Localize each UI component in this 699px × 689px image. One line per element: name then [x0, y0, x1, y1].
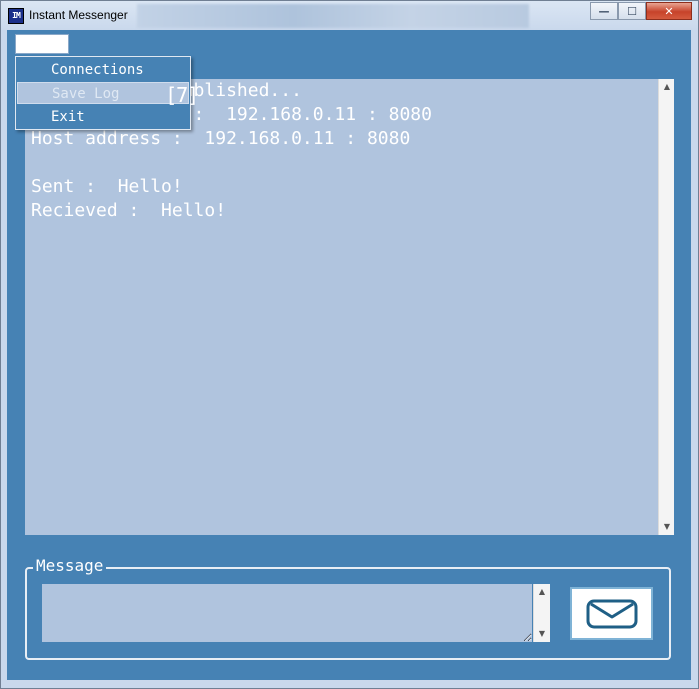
menu-item-badge: [7]	[168, 83, 197, 107]
app-icon: IM	[8, 8, 24, 24]
log-line: Host address : 192.168.0.11 : 8080	[31, 128, 411, 149]
window-controls: — ☐ ✕	[590, 2, 692, 20]
log-line: Recieved : Hello!	[31, 200, 227, 221]
title-bar[interactable]: IM Instant Messenger — ☐ ✕	[1, 1, 698, 31]
chat-log-scrollbar[interactable]: ▲ ▼	[658, 79, 674, 535]
scroll-up-arrow-icon[interactable]: ▲	[659, 79, 675, 95]
menu-item-connections[interactable]: Connections	[17, 59, 189, 81]
scroll-up-arrow-icon[interactable]: ▲	[534, 584, 550, 600]
menu-item-exit[interactable]: Exit	[17, 106, 189, 128]
envelope-icon	[586, 599, 637, 628]
log-line: Sent : Hello!	[31, 176, 183, 197]
close-button[interactable]: ✕	[646, 2, 692, 20]
message-scrollbar[interactable]: ▲ ▼	[533, 584, 550, 642]
menu-item-save-log[interactable]: Save Log	[17, 82, 189, 104]
chat-log[interactable]: Connection established... Client address…	[25, 79, 658, 535]
scroll-down-arrow-icon[interactable]: ▼	[659, 519, 675, 535]
message-input[interactable]	[42, 584, 532, 642]
window-title: Instant Messenger	[29, 8, 128, 22]
send-button[interactable]	[570, 587, 653, 640]
message-group-label: Message	[33, 556, 107, 576]
scroll-down-arrow-icon[interactable]: ▼	[534, 626, 550, 642]
maximize-button[interactable]: ☐	[618, 2, 646, 20]
file-dropdown-menu: Connections Save Log Exit [7]	[15, 56, 196, 130]
minimize-button[interactable]: —	[590, 2, 618, 20]
title-bar-blur	[137, 4, 529, 28]
menu-file[interactable]: File	[15, 34, 69, 54]
